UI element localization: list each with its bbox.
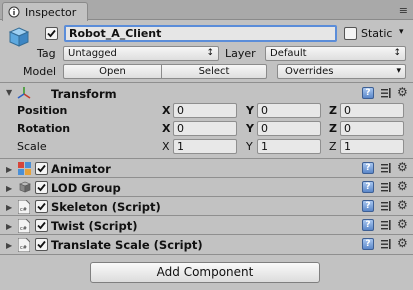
transform-z-field[interactable]: 1 bbox=[340, 139, 404, 154]
tag-dropdown[interactable]: Untagged ↕ bbox=[63, 46, 219, 61]
axis-label-y: Y bbox=[246, 104, 254, 117]
component-enabled-checkbox[interactable] bbox=[35, 219, 48, 232]
component-enabled-checkbox[interactable] bbox=[35, 162, 48, 175]
svg-text:c#: c# bbox=[20, 226, 27, 232]
component-fold-icon[interactable]: ▶ bbox=[6, 203, 12, 212]
tab-menu-icon[interactable]: ≡ bbox=[399, 4, 408, 17]
component-help-icon[interactable]: ? bbox=[362, 181, 374, 193]
component-fold-icon[interactable]: ▶ bbox=[6, 241, 12, 250]
component-title[interactable]: Twist (Script) bbox=[51, 219, 137, 233]
component-enabled-checkbox[interactable] bbox=[35, 181, 48, 194]
axis-label-y: Y bbox=[246, 122, 254, 135]
overrides-dropdown[interactable]: Overrides ▾ bbox=[277, 64, 406, 79]
axis-label-z: Z bbox=[329, 140, 337, 153]
component-preset-icon[interactable] bbox=[380, 238, 392, 250]
component-enabled-checkbox[interactable] bbox=[35, 200, 48, 213]
tab-label: Inspector bbox=[25, 5, 77, 19]
component-gear-icon[interactable]: ⚙ bbox=[397, 218, 408, 230]
svg-text:c#: c# bbox=[20, 207, 27, 213]
static-label: Static bbox=[361, 27, 393, 40]
divider bbox=[0, 158, 413, 159]
layer-dropdown[interactable]: Default ↕ bbox=[265, 46, 406, 61]
divider bbox=[0, 177, 413, 178]
component-gear-icon[interactable]: ⚙ bbox=[397, 237, 408, 249]
axis-label-z: Z bbox=[329, 122, 337, 135]
transform-y-field[interactable]: 1 bbox=[257, 139, 321, 154]
layer-label: Layer bbox=[225, 47, 256, 60]
component-title[interactable]: Skeleton (Script) bbox=[51, 200, 161, 214]
component-help-icon[interactable]: ? bbox=[362, 219, 374, 231]
add-component-button[interactable]: Add Component bbox=[90, 262, 320, 283]
component-gear-icon[interactable]: ⚙ bbox=[397, 161, 408, 173]
transform-icon bbox=[17, 86, 31, 103]
component-fold-icon[interactable]: ▶ bbox=[6, 165, 12, 174]
static-dropdown-arrow[interactable]: ▾ bbox=[399, 27, 404, 37]
tag-dropdown-arrow-icon: ↕ bbox=[206, 48, 214, 58]
component-preset-icon[interactable] bbox=[380, 219, 392, 231]
axis-label-z: Z bbox=[329, 104, 337, 117]
transform-preset-icon[interactable] bbox=[380, 87, 392, 99]
transform-x-field[interactable]: 0 bbox=[173, 103, 237, 118]
transform-z-field[interactable]: 0 bbox=[340, 103, 404, 118]
axis-label-x: X bbox=[162, 140, 170, 153]
transform-y-field[interactable]: 0 bbox=[257, 121, 321, 136]
transform-x-field[interactable]: 0 bbox=[173, 121, 237, 136]
gameobject-cube-icon bbox=[8, 26, 30, 48]
transform-y-field[interactable]: 0 bbox=[257, 103, 321, 118]
transform-row-label: Rotation bbox=[17, 122, 71, 135]
object-name-input[interactable]: Robot_A_Client bbox=[64, 25, 337, 42]
axis-label-y: Y bbox=[246, 140, 253, 153]
tag-label: Tag bbox=[37, 47, 56, 60]
active-checkbox[interactable] bbox=[45, 27, 58, 40]
transform-row-label: Position bbox=[17, 104, 68, 117]
model-label: Model bbox=[23, 65, 57, 78]
component-fold-icon[interactable]: ▶ bbox=[6, 222, 12, 231]
component-preset-icon[interactable] bbox=[380, 200, 392, 212]
component-gear-icon[interactable]: ⚙ bbox=[397, 180, 408, 192]
overrides-value: Overrides bbox=[285, 66, 334, 77]
layer-dropdown-arrow-icon: ↕ bbox=[393, 48, 401, 58]
component-preset-icon[interactable] bbox=[380, 162, 392, 174]
svg-text:c#: c# bbox=[20, 245, 27, 251]
component-help-icon[interactable]: ? bbox=[362, 200, 374, 212]
overrides-dropdown-arrow-icon: ▾ bbox=[396, 66, 401, 76]
component-title[interactable]: Animator bbox=[51, 162, 111, 176]
component-title[interactable]: LOD Group bbox=[51, 181, 121, 195]
tab-inspector[interactable]: Inspector bbox=[2, 2, 88, 21]
divider bbox=[0, 215, 413, 216]
tag-value: Untagged bbox=[68, 48, 117, 59]
transform-title[interactable]: Transform bbox=[51, 87, 117, 101]
transform-help-icon[interactable]: ? bbox=[362, 87, 374, 99]
component-help-icon[interactable]: ? bbox=[362, 162, 374, 174]
layer-value: Default bbox=[270, 48, 307, 59]
animator-icon bbox=[18, 162, 32, 178]
component-enabled-checkbox[interactable] bbox=[35, 238, 48, 251]
divider bbox=[0, 196, 413, 197]
script-icon: c# bbox=[17, 237, 31, 255]
component-fold-icon[interactable]: ▶ bbox=[6, 184, 12, 193]
axis-label-x: X bbox=[162, 104, 171, 117]
static-checkbox[interactable] bbox=[344, 27, 357, 40]
transform-x-field[interactable]: 1 bbox=[173, 139, 237, 154]
info-icon bbox=[7, 6, 21, 18]
component-help-icon[interactable]: ? bbox=[362, 238, 374, 250]
divider bbox=[0, 82, 413, 83]
model-open-button[interactable]: Open bbox=[63, 64, 162, 79]
lod-group-icon bbox=[18, 181, 34, 197]
transform-fold-icon[interactable]: ▼ bbox=[6, 88, 12, 97]
divider bbox=[0, 254, 413, 255]
divider bbox=[0, 234, 413, 235]
component-gear-icon[interactable]: ⚙ bbox=[397, 199, 408, 211]
model-select-button[interactable]: Select bbox=[161, 64, 267, 79]
component-preset-icon[interactable] bbox=[380, 181, 392, 193]
transform-gear-icon[interactable]: ⚙ bbox=[397, 86, 408, 98]
axis-label-x: X bbox=[162, 122, 171, 135]
transform-z-field[interactable]: 0 bbox=[340, 121, 404, 136]
component-title[interactable]: Translate Scale (Script) bbox=[51, 238, 203, 252]
transform-row-label: Scale bbox=[17, 140, 47, 153]
